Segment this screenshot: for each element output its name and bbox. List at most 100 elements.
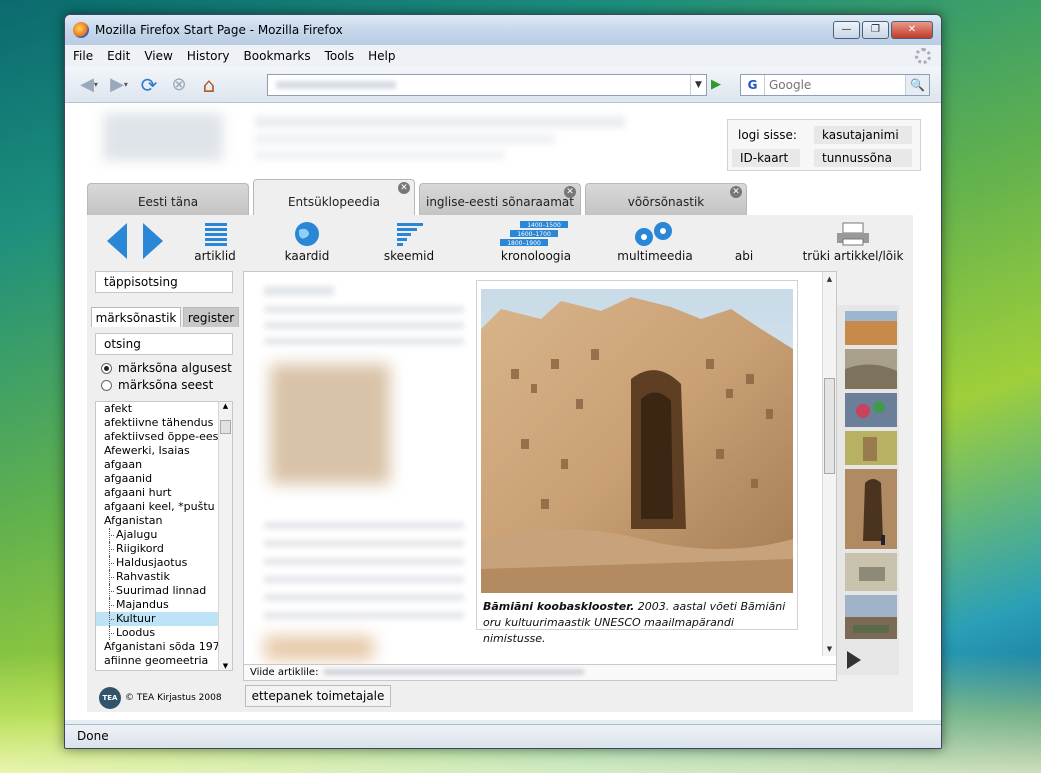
next-thumbnails-icon[interactable]	[847, 651, 861, 669]
login-label: logi sisse:	[738, 128, 797, 142]
close-button[interactable]: ✕	[891, 21, 933, 39]
thumbnail-image[interactable]	[845, 393, 897, 427]
forward-icon[interactable]: ▶ ▾	[107, 73, 131, 97]
tab-voorsonastik[interactable]: võõrsõnastik ✕	[585, 183, 747, 215]
scroll-down-icon[interactable]: ▼	[219, 662, 232, 670]
keyword-list-item[interactable]: Loodus	[96, 626, 232, 640]
close-tab-icon[interactable]: ✕	[730, 186, 742, 198]
search-input[interactable]	[769, 78, 899, 92]
keyword-list-item[interactable]: Majandus	[96, 598, 232, 612]
scroll-up-icon[interactable]: ▲	[823, 272, 836, 286]
keyword-list-item[interactable]: afektiivne tähendus	[96, 416, 232, 430]
keyword-list-item[interactable]: afgaanid	[96, 472, 232, 486]
keyword-list-item[interactable]: Riigikord	[96, 542, 232, 556]
keyword-list-item[interactable]: afektiivsed õppe-eesmärgid	[96, 430, 232, 444]
articles-label: artiklid	[194, 249, 236, 263]
address-dropdown-icon[interactable]: ▼	[690, 75, 706, 95]
id-card-button[interactable]: ID-kaart	[732, 149, 800, 167]
suggest-to-editor-button[interactable]: ettepanek toimetajale	[245, 685, 391, 707]
article-text-blurred	[264, 306, 464, 313]
articles-button[interactable]: artiklid	[191, 221, 239, 263]
keyword-search-input[interactable]: otsing	[95, 333, 233, 355]
go-icon[interactable]: ▶	[711, 77, 727, 93]
keyword-list-item[interactable]: Ajalugu	[96, 528, 232, 542]
back-icon[interactable]: ◀ ▾	[77, 73, 101, 97]
keyword-list-item[interactable]: Rahvastik	[96, 570, 232, 584]
radio-unchecked-icon	[101, 379, 112, 391]
scroll-up-icon[interactable]: ▲	[219, 402, 232, 410]
help-button[interactable]: abi	[729, 249, 759, 263]
close-tab-icon[interactable]: ✕	[564, 186, 576, 198]
username-field[interactable]: kasutajanimi	[814, 126, 912, 144]
close-tab-icon[interactable]: ✕	[398, 182, 410, 194]
radio-contains[interactable]: märksõna seest	[101, 378, 213, 392]
home-icon[interactable]: ⌂	[197, 73, 221, 97]
stop-icon[interactable]: ⊗	[167, 73, 191, 97]
chrono-label: 1800–1900	[507, 240, 541, 247]
maps-button[interactable]: kaardid	[281, 221, 333, 263]
radio-begins[interactable]: märksõna algusest	[101, 361, 232, 375]
back-arrow-icon[interactable]	[107, 223, 127, 259]
menu-edit[interactable]: Edit	[107, 49, 130, 63]
advanced-search-button[interactable]: täppisotsing	[95, 271, 233, 293]
keyword-list-item[interactable]: Suurimad linnad	[96, 584, 232, 598]
thumbnail-image[interactable]	[845, 553, 897, 591]
menu-help[interactable]: Help	[368, 49, 395, 63]
address-bar[interactable]: ▼	[267, 74, 707, 96]
keyword-list-item[interactable]: afgaani keel, *puštu	[96, 500, 232, 514]
thumbnail-image[interactable]	[845, 595, 897, 639]
thumbnail-image[interactable]	[845, 349, 897, 389]
article-text-blurred	[264, 558, 464, 565]
minimize-button[interactable]: —	[833, 21, 860, 39]
keyword-list-item[interactable]: afgaan	[96, 458, 232, 472]
tab-register[interactable]: register	[183, 307, 239, 327]
forward-arrow-icon[interactable]	[143, 223, 163, 259]
menu-file[interactable]: File	[73, 49, 93, 63]
scroll-down-icon[interactable]: ▼	[823, 642, 836, 656]
keyword-scrollbar[interactable]: ▲ ▼	[218, 402, 232, 670]
keyword-list-item[interactable]: Afganistani sõda 1979–1989	[96, 640, 232, 654]
menu-view[interactable]: View	[144, 49, 172, 63]
print-button[interactable]: trüki artikkel/lõik	[799, 221, 907, 263]
tab-keywords[interactable]: märksõnastik	[91, 307, 181, 327]
print-label: trüki artikkel/lõik	[802, 249, 904, 263]
keyword-list-item[interactable]: afgaani hurt	[96, 486, 232, 500]
articles-icon	[205, 223, 227, 246]
tab-entsuklopeedia[interactable]: Entsüklopeedia ✕	[253, 179, 415, 216]
thumbnail-image[interactable]	[845, 311, 897, 345]
keyword-list-item[interactable]: Kultuur	[96, 612, 232, 626]
password-field[interactable]: tunnussõna	[814, 149, 912, 167]
thumbnail-strip	[837, 305, 899, 675]
keyword-list-item[interactable]: Afganistan	[96, 514, 232, 528]
article-link-label: Viide artiklile:	[250, 667, 319, 678]
keyword-list-item[interactable]: Haldusjaotus	[96, 556, 232, 570]
thumbnail-image[interactable]	[845, 469, 897, 549]
window-controls: — ❐ ✕	[833, 21, 933, 39]
article-link-blurred[interactable]	[324, 669, 585, 675]
thumbnail-image[interactable]	[845, 431, 897, 465]
keyword-list-item[interactable]: afekt	[96, 402, 232, 416]
menu-tools[interactable]: Tools	[325, 49, 355, 63]
schemes-button[interactable]: skeemid	[379, 221, 439, 263]
multimedia-button[interactable]: multimeedia	[617, 221, 693, 263]
menu-bookmarks[interactable]: Bookmarks	[244, 49, 311, 63]
bamiyan-photo[interactable]	[481, 289, 793, 593]
search-engine-icon[interactable]: G	[741, 75, 765, 95]
maximize-button[interactable]: ❐	[862, 21, 889, 39]
article-scrollbar[interactable]: ▲ ▼	[822, 272, 836, 656]
multimedia-label: multimeedia	[617, 249, 693, 263]
article-text-blurred	[264, 522, 464, 529]
scroll-thumb[interactable]	[824, 378, 835, 474]
window-title: Mozilla Firefox Start Page - Mozilla Fir…	[95, 23, 343, 37]
image-popup[interactable]: Bāmiāni koobasklooster. 2003. aastal võe…	[476, 280, 798, 645]
tab-eesti-tana[interactable]: Eesti täna	[87, 183, 249, 215]
chronology-button[interactable]: 1400–1500 1600–1700 1800–1900 kronoloogi…	[491, 221, 581, 263]
search-icon[interactable]: 🔍	[905, 75, 929, 95]
menu-history[interactable]: History	[187, 49, 230, 63]
title-bar: Mozilla Firefox Start Page - Mozilla Fir…	[65, 15, 941, 45]
reload-icon[interactable]: ⟳	[137, 73, 161, 97]
keyword-list-item[interactable]: afiinne geomeetria	[96, 654, 232, 668]
tab-inglise-eesti[interactable]: inglise-eesti sõnaraamat ✕	[419, 183, 581, 215]
scroll-thumb[interactable]	[220, 420, 231, 434]
keyword-list-item[interactable]: Afewerki, Isaias	[96, 444, 232, 458]
